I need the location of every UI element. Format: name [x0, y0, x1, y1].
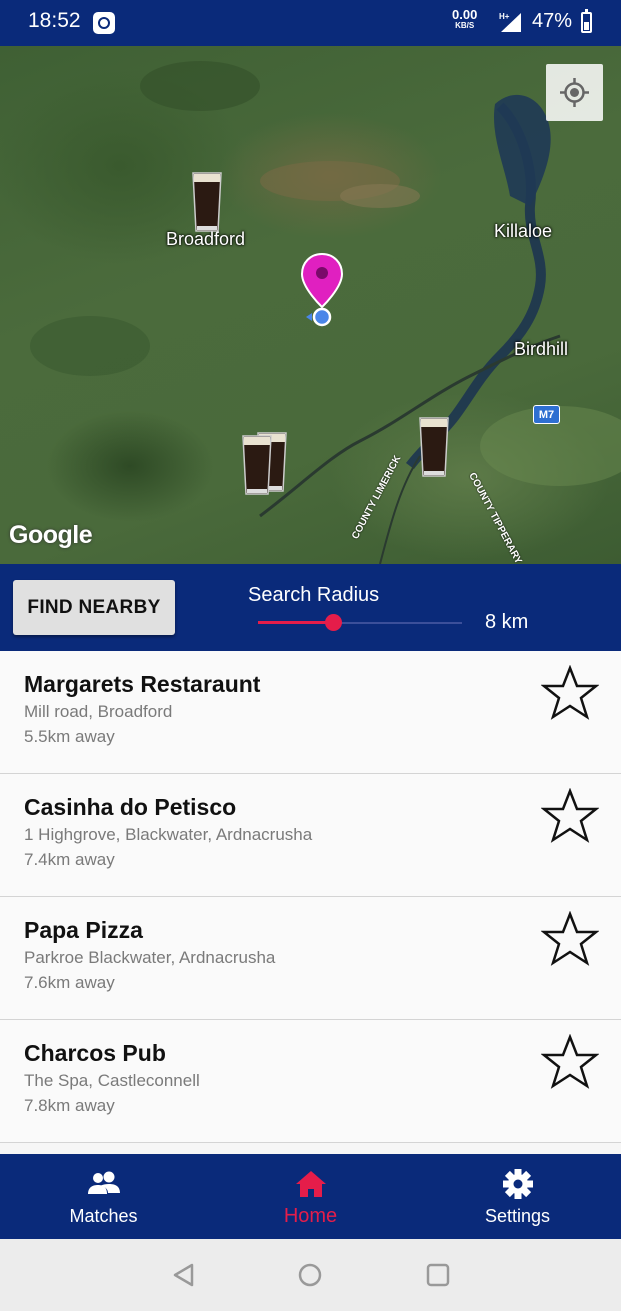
home-circle-icon[interactable]	[296, 1261, 324, 1289]
nav-matches-label: Matches	[69, 1206, 138, 1226]
gear-icon	[502, 1169, 533, 1199]
place-distance: 7.4km away	[24, 850, 115, 869]
nav-settings[interactable]: Settings	[414, 1154, 621, 1239]
star-icon[interactable]	[541, 1034, 599, 1090]
search-radius-value: 8 km	[485, 611, 529, 633]
place-name: Charcos Pub	[24, 1040, 166, 1066]
home-icon	[295, 1171, 326, 1197]
map-view[interactable]: Broadford Killaloe Birdhill COUNTY LIMER…	[0, 46, 621, 564]
list-item[interactable]: Papa Pizza Parkroe Blackwater, Ardnacrus…	[0, 897, 621, 1020]
place-address: Mill road, Broadford	[24, 702, 173, 721]
place-name: Margarets Restaraunt	[24, 671, 261, 697]
status-bar: 18:52 0.00 KB/S H+ 47%	[0, 0, 621, 46]
list-item[interactable]: Casinha do Petisco 1 Highgrove, Blackwat…	[0, 774, 621, 897]
nav-settings-label: Settings	[484, 1206, 551, 1226]
slider-thumb[interactable]	[325, 614, 342, 631]
star-icon[interactable]	[541, 665, 599, 721]
my-location-icon	[560, 78, 589, 107]
nav-home[interactable]: Home	[207, 1154, 414, 1239]
find-nearby-button[interactable]: FIND NEARBY	[13, 580, 175, 635]
star-icon[interactable]	[541, 788, 599, 844]
road-badge-m7: M7	[533, 405, 560, 424]
pint-glass-icon[interactable]	[418, 416, 450, 478]
bottom-navigation: Matches Home Settings	[0, 1154, 621, 1239]
battery-percent: 47%	[532, 10, 573, 32]
search-radius-label: Search Radius	[248, 584, 380, 606]
pint-glass-icon[interactable]	[241, 434, 273, 496]
place-address: 1 Highgrove, Blackwater, Ardnacrusha	[24, 825, 313, 844]
back-icon[interactable]	[170, 1261, 198, 1289]
system-navigation-bar	[0, 1239, 621, 1311]
search-controls: FIND NEARBY Search Radius 8 km	[0, 564, 621, 651]
place-name: Papa Pizza	[24, 917, 143, 943]
map-label-birdhill: Birdhill	[514, 339, 569, 359]
my-location-button[interactable]	[546, 64, 603, 121]
nav-home-label: Home	[283, 1205, 338, 1227]
google-attribution: Google	[9, 521, 93, 549]
slider-active-track	[258, 621, 333, 624]
pint-glass-icon[interactable]	[191, 171, 223, 233]
recents-icon[interactable]	[424, 1261, 452, 1289]
map-label-killaloe: Killaloe	[494, 221, 553, 241]
list-item[interactable]: Margarets Restaraunt Mill road, Broadfor…	[0, 651, 621, 774]
network-speed: 0.00 KB/S	[452, 7, 478, 30]
star-icon[interactable]	[541, 911, 599, 967]
results-list: Margarets Restaraunt Mill road, Broadfor…	[0, 651, 621, 1143]
clock: 18:52	[28, 9, 81, 32]
people-icon	[87, 1171, 120, 1194]
place-distance: 7.6km away	[24, 973, 115, 992]
place-address: Parkroe Blackwater, Ardnacrusha	[24, 948, 276, 967]
battery-icon	[581, 9, 592, 33]
place-name: Casinha do Petisco	[24, 794, 237, 820]
location-pin-icon	[300, 252, 344, 327]
signal-icon: H+	[499, 12, 521, 32]
list-item[interactable]: Charcos Pub The Spa, Castleconnell 7.8km…	[0, 1020, 621, 1143]
place-address: The Spa, Castleconnell	[24, 1071, 200, 1090]
svg-text:H+: H+	[499, 12, 510, 21]
nav-matches[interactable]: Matches	[0, 1154, 207, 1239]
place-distance: 5.5km away	[24, 727, 115, 746]
notification-icon	[93, 12, 115, 34]
place-distance: 7.8km away	[24, 1096, 115, 1115]
